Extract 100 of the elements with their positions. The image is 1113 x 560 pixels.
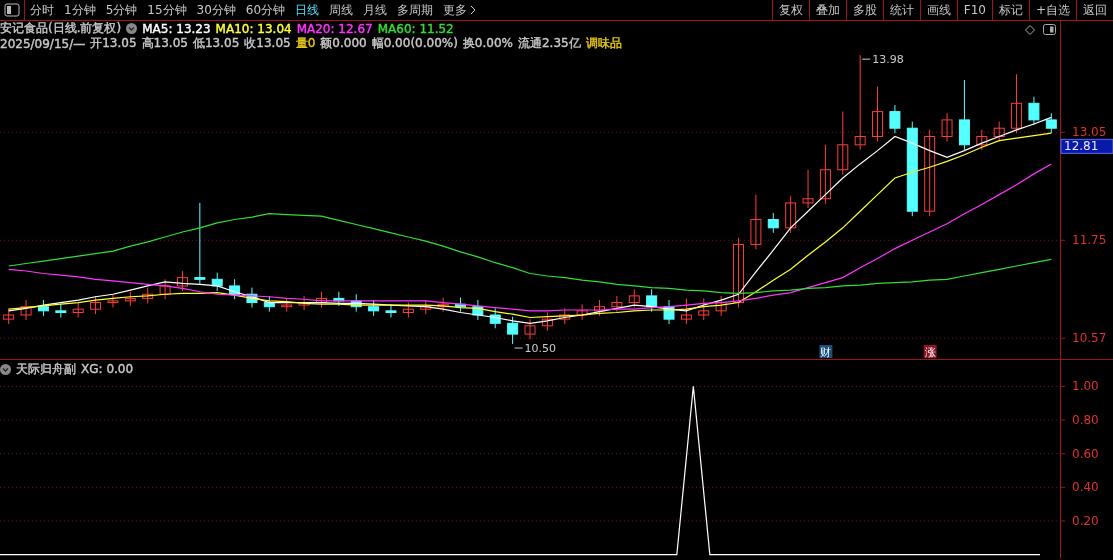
candle (785, 195, 797, 234)
candle (437, 297, 449, 313)
period-tab[interactable]: 月线 (358, 0, 393, 20)
candle (281, 297, 293, 313)
toolbar-button[interactable]: 画线 (919, 0, 957, 20)
candle (72, 302, 84, 318)
candle (124, 291, 136, 307)
indicator-value: XG: 0.00 (81, 362, 134, 376)
candle (941, 112, 953, 142)
quote-value: 开13.05 (90, 35, 137, 52)
quote-value: 低13.05 (192, 35, 240, 52)
candle (507, 316, 519, 345)
candle (837, 111, 849, 176)
candle (368, 299, 380, 317)
toolbar-button[interactable]: +自选 (1028, 0, 1076, 20)
indicator-axis-label: 0.60 (1072, 446, 1099, 461)
diamond-icon[interactable] (1025, 24, 1035, 35)
toolbar-button[interactable]: 标记 (991, 0, 1029, 20)
candle (559, 307, 571, 325)
candle (524, 318, 536, 340)
quote-value: 额0.000 (320, 35, 367, 52)
candle (316, 291, 327, 309)
candle (3, 307, 15, 325)
candle (402, 302, 414, 318)
toolbar-button[interactable]: 多股 (845, 0, 883, 20)
quote-value: 量0 (295, 35, 316, 52)
candle (541, 312, 553, 332)
panel-toggle-icon[interactable] (1043, 24, 1056, 35)
toolbar-button[interactable]: 叠加 (808, 0, 846, 20)
candle (715, 295, 727, 317)
candle (611, 295, 623, 313)
candle (37, 299, 49, 317)
candle (733, 237, 745, 309)
candle (176, 270, 188, 292)
candle (211, 272, 223, 292)
candle (472, 299, 484, 321)
quote-value: 幅0.00(0.00%) (371, 35, 458, 52)
quote-value: 调味品 (585, 35, 622, 52)
candle (350, 293, 362, 313)
period-tab[interactable]: 30分钟 (191, 0, 241, 20)
period-tab[interactable]: 分时 (25, 0, 59, 20)
event-marker[interactable]: 涨 (923, 345, 937, 359)
event-marker[interactable]: 财 (819, 345, 833, 359)
candle (976, 129, 988, 151)
candle (594, 299, 605, 317)
quote-value: 换0.00% (462, 35, 513, 52)
dropdown-icon[interactable] (0, 363, 11, 375)
quote-value: 2025/09/15/— (0, 36, 86, 51)
period-tab[interactable]: 日线 (290, 0, 325, 20)
period-tab[interactable]: 60分钟 (240, 0, 291, 20)
candle (20, 299, 32, 321)
period-tab[interactable]: 5分钟 (100, 0, 143, 20)
candle (663, 299, 675, 325)
candle (680, 297, 692, 325)
candle (993, 121, 1005, 142)
indicator-axis-label: 1.00 (1072, 379, 1099, 394)
period-tab[interactable]: 多周期 (392, 0, 439, 20)
candle (385, 303, 397, 318)
candle (1011, 73, 1023, 134)
candle (750, 194, 762, 250)
candle (698, 297, 710, 321)
price-axis-label: 10.57 (1072, 331, 1107, 346)
candle (142, 287, 154, 304)
toolbar-button[interactable]: 返回 (1076, 0, 1113, 20)
price-axis-label: 11.75 (1072, 233, 1107, 248)
candle (107, 293, 119, 309)
candle (455, 297, 466, 313)
price-axis-label: 13.05 (1072, 125, 1107, 140)
high-price-label: 13.98 (872, 53, 904, 67)
indicator-axis-label: 0.20 (1072, 514, 1099, 528)
moving-average-value: MA10: 13.04 (215, 21, 292, 36)
candle (263, 295, 275, 313)
moving-average-value: MA60: 11.52 (377, 21, 454, 36)
moving-average-value: MA20: 12.67 (296, 21, 373, 36)
candle (333, 291, 345, 307)
toolbar-button[interactable]: F10 (956, 0, 992, 20)
more-button[interactable]: 更多 (438, 0, 482, 20)
candle (229, 278, 241, 300)
candle (298, 295, 310, 311)
period-tab[interactable]: 周线 (324, 0, 359, 20)
moving-average-value: MA5: 13.23 (142, 21, 211, 36)
panel-toggle-icon[interactable] (4, 3, 20, 17)
period-tab[interactable]: 1分钟 (59, 0, 101, 20)
candle (958, 79, 970, 151)
toolbar-button[interactable]: 统计 (882, 0, 920, 20)
dropdown-icon[interactable] (126, 23, 138, 34)
candle (889, 104, 901, 134)
indicator-axis-label: 0.80 (1072, 413, 1099, 428)
candle (576, 303, 588, 321)
candle (1028, 96, 1040, 126)
candle (246, 287, 258, 309)
quote-value: 流通2.35亿 (518, 35, 581, 52)
candle (819, 144, 831, 205)
candle (802, 169, 814, 209)
candle (55, 303, 67, 318)
chevron-right-icon (470, 5, 477, 15)
candle (489, 307, 501, 329)
toolbar-button[interactable]: 复权 (771, 0, 809, 20)
period-tab[interactable]: 15分钟 (142, 0, 192, 20)
candle (646, 288, 658, 313)
